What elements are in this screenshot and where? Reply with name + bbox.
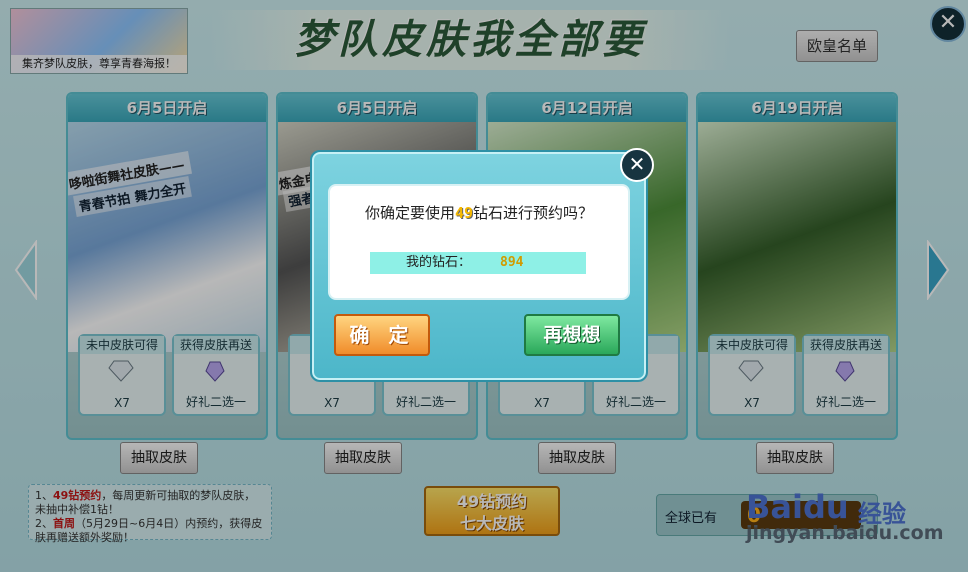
- balance-value: 894: [500, 255, 524, 270]
- confirm-question: 你确定要使用49钻石进行预约吗？: [364, 204, 594, 222]
- diamond-cost: 49: [454, 204, 474, 222]
- close-dialog-button[interactable]: ✕: [620, 148, 654, 182]
- dialog-body: 你确定要使用49钻石进行预约吗？ 我的钻石： 894: [328, 184, 630, 300]
- confirm-dialog: 你确定要使用49钻石进行预约吗？ 我的钻石： 894 确 定 再想想 ✕: [310, 148, 654, 382]
- diamond-balance: 我的钻石： 894: [370, 252, 586, 274]
- balance-label: 我的钻石：: [406, 255, 472, 270]
- confirm-button[interactable]: 确 定: [334, 314, 430, 356]
- rethink-button[interactable]: 再想想: [524, 314, 620, 356]
